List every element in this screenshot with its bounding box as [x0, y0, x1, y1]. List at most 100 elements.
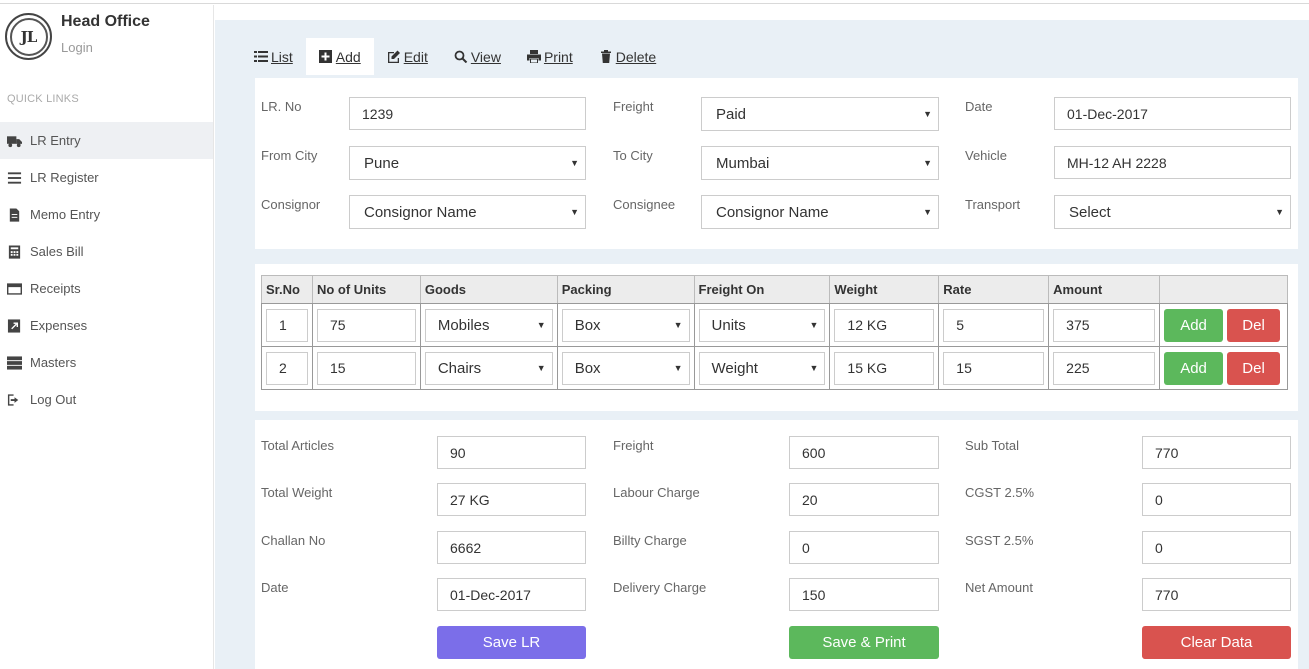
clear-data-button[interactable]: Clear Data: [1142, 626, 1291, 659]
truck-icon: [6, 134, 22, 148]
sidebar-nav: LR Entry LR Register Memo Entry Sales Bi…: [0, 122, 213, 418]
save-lr-button[interactable]: Save LR: [437, 626, 586, 659]
quick-links-heading: QUICK LINKS: [7, 93, 79, 105]
col-header-goods: Goods: [419, 275, 558, 304]
delete-row-button[interactable]: Del: [1227, 351, 1281, 385]
tab-label: View: [470, 48, 501, 65]
lr-no-label: LR. No: [261, 99, 302, 114]
date-label: Date: [965, 99, 993, 114]
totals-date-input[interactable]: 01-Dec-2017: [437, 578, 586, 611]
sub-total-label: Sub Total: [965, 438, 1019, 453]
top-border: [0, 0, 1309, 4]
freight-on-select[interactable]: Units: [698, 308, 826, 342]
billty-charge-label: Billty Charge: [613, 533, 687, 548]
sidebar-item-lr-entry[interactable]: LR Entry: [0, 122, 213, 159]
add-row-button[interactable]: Add: [1164, 351, 1224, 385]
col-header-packing: Packing: [556, 275, 695, 304]
rate-input[interactable]: 5: [943, 308, 1045, 342]
sidebar-item-masters[interactable]: Masters: [0, 344, 213, 381]
consignor-label: Consignor: [261, 197, 321, 212]
to-city-label: To City: [613, 148, 653, 163]
tab-label: Edit: [403, 48, 428, 65]
challan-no-label: Challan No: [261, 533, 326, 548]
labour-charge-input[interactable]: 20: [789, 483, 939, 516]
sr-no-input[interactable]: 2: [266, 351, 308, 385]
delivery-charge-input[interactable]: 150: [789, 578, 939, 611]
table-header-row: Sr.No No of Units Goods Packing Freight …: [261, 275, 1288, 304]
sub-total-input[interactable]: 770: [1142, 436, 1291, 469]
consignor-select[interactable]: Consignor Name: [349, 195, 586, 229]
net-amount-input[interactable]: 770: [1142, 578, 1291, 611]
freight-select[interactable]: Paid: [701, 97, 939, 131]
external-link-icon: [6, 318, 22, 333]
list-icon: [6, 171, 22, 185]
total-articles-label: Total Articles: [261, 438, 334, 453]
goods-select[interactable]: Mobiles: [424, 308, 553, 342]
tab-edit[interactable]: Edit: [374, 38, 441, 75]
delete-row-button[interactable]: Del: [1227, 308, 1281, 342]
table-row: 1 75 Mobiles Box Units 12 KG 5 375 AddDe…: [261, 303, 1288, 347]
units-input[interactable]: 15: [316, 351, 416, 385]
weight-input[interactable]: 15 KG: [834, 351, 935, 385]
freight-on-select[interactable]: Weight: [698, 351, 826, 385]
delivery-charge-label: Delivery Charge: [613, 580, 707, 595]
logo-text: JL: [9, 17, 48, 56]
cgst-input[interactable]: 0: [1142, 483, 1291, 516]
sidebar-item-log-out[interactable]: Log Out: [0, 381, 213, 418]
sidebar-item-expenses[interactable]: Expenses: [0, 307, 213, 344]
sidebar-item-label: LR Entry: [30, 133, 81, 148]
tab-view[interactable]: View: [441, 38, 514, 75]
tab-add[interactable]: Add: [305, 38, 374, 75]
date-input[interactable]: 01-Dec-2017: [1054, 97, 1291, 130]
amount-input[interactable]: 225: [1053, 351, 1156, 385]
packing-select[interactable]: Box: [561, 351, 690, 385]
sidebar-item-sales-bill[interactable]: Sales Bill: [0, 233, 213, 270]
freight-total-input[interactable]: 600: [789, 436, 939, 469]
credit-card-icon: [6, 282, 22, 296]
print-icon: [526, 50, 541, 63]
freight-label: Freight: [613, 99, 654, 114]
tab-delete[interactable]: Delete: [586, 38, 669, 75]
tab-label: Add: [335, 48, 361, 65]
vehicle-label: Vehicle: [965, 148, 1007, 163]
edit-icon: [387, 50, 401, 63]
rate-input[interactable]: 15: [943, 351, 1045, 385]
to-city-select[interactable]: Mumbai: [701, 146, 939, 180]
consignee-select[interactable]: Consignor Name: [701, 195, 939, 229]
company-logo[interactable]: JL: [5, 13, 52, 60]
total-weight-input[interactable]: 27 KG: [437, 483, 586, 516]
from-city-select[interactable]: Pune: [349, 146, 586, 180]
login-link[interactable]: Login: [61, 40, 93, 55]
file-icon: [6, 207, 22, 222]
amount-input[interactable]: 375: [1053, 308, 1156, 342]
challan-no-input[interactable]: 6662: [437, 531, 586, 564]
transport-select[interactable]: Select: [1054, 195, 1291, 229]
tab-label: Delete: [615, 48, 657, 65]
logout-icon: [6, 393, 22, 407]
trash-icon: [599, 50, 613, 63]
sidebar-item-memo-entry[interactable]: Memo Entry: [0, 196, 213, 233]
tab-label: List: [271, 48, 293, 65]
save-print-button[interactable]: Save & Print: [789, 626, 939, 659]
col-header-actions: [1159, 275, 1288, 304]
col-header-sr-no: Sr.No: [261, 275, 313, 304]
search-icon: [454, 50, 468, 63]
sgst-input[interactable]: 0: [1142, 531, 1291, 564]
vehicle-input[interactable]: MH-12 AH 2228: [1054, 146, 1291, 179]
packing-select[interactable]: Box: [561, 308, 690, 342]
col-header-weight: Weight: [829, 275, 940, 304]
billty-charge-input[interactable]: 0: [789, 531, 939, 564]
units-input[interactable]: 75: [316, 308, 416, 342]
sgst-label: SGST 2.5%: [965, 533, 1034, 548]
goods-select[interactable]: Chairs: [424, 351, 553, 385]
sidebar-item-lr-register[interactable]: LR Register: [0, 159, 213, 196]
sr-no-input[interactable]: 1: [266, 308, 308, 342]
tab-list[interactable]: List: [241, 38, 306, 75]
total-articles-input[interactable]: 90: [437, 436, 586, 469]
tab-print[interactable]: Print: [514, 38, 586, 75]
total-weight-label: Total Weight: [261, 485, 333, 500]
add-row-button[interactable]: Add: [1164, 308, 1224, 342]
weight-input[interactable]: 12 KG: [834, 308, 935, 342]
lr-no-input[interactable]: 1239: [349, 97, 586, 130]
sidebar-item-receipts[interactable]: Receipts: [0, 270, 213, 307]
